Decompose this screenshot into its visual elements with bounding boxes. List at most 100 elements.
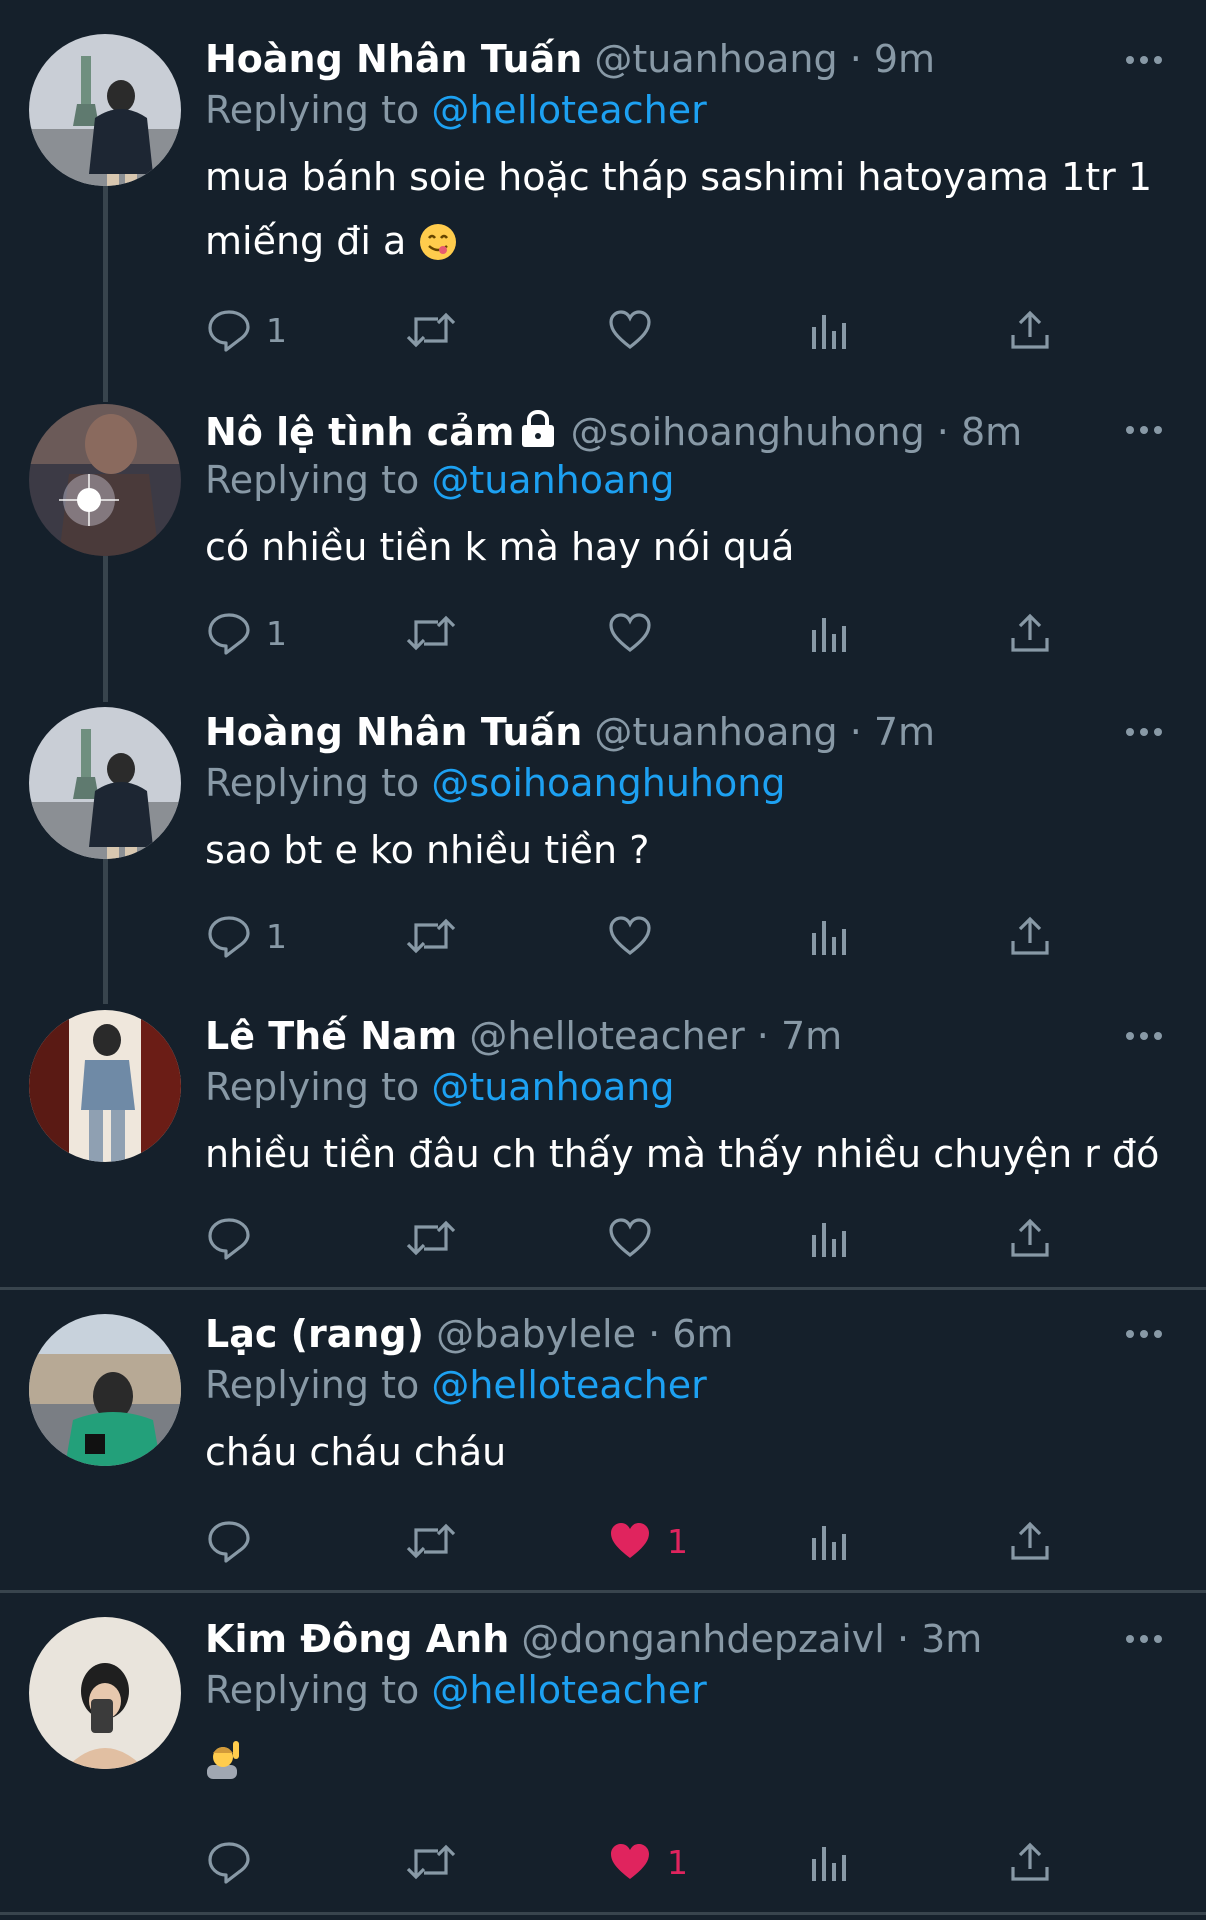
timestamp[interactable]: 3m — [921, 1617, 982, 1661]
replying-to: Replying to @helloteacher — [205, 1360, 707, 1410]
display-name[interactable]: Nô lệ tình cảm — [205, 410, 514, 454]
heart-icon — [607, 610, 653, 656]
reply-button[interactable] — [206, 1208, 266, 1268]
retweet-button[interactable] — [404, 906, 458, 966]
tweet[interactable]: Lê Thế Nam @helloteacher · 7m Replying t… — [0, 1000, 1206, 1288]
share-button[interactable] — [1007, 603, 1053, 663]
more-options-icon[interactable] — [1124, 1026, 1164, 1046]
timestamp[interactable]: 7m — [781, 1014, 842, 1058]
like-button[interactable]: 1 — [607, 1832, 688, 1892]
separator-dot: · — [896, 1617, 910, 1661]
reply-button[interactable] — [206, 1832, 266, 1892]
tweet-header: Nô lệ tình cảm @soihoanghuhong · 8m — [205, 406, 1022, 458]
reply-button[interactable]: 1 — [206, 906, 287, 966]
analytics-button[interactable] — [810, 1208, 850, 1268]
analytics-button[interactable] — [810, 1511, 850, 1571]
analytics-icon — [810, 913, 850, 959]
display-name[interactable]: Hoàng Nhân Tuấn — [205, 710, 582, 754]
mention-link[interactable]: @soihoanghuhong — [431, 761, 785, 805]
tweet-header: Hoàng Nhân Tuấn @tuanhoang · 7m — [205, 706, 935, 758]
user-handle[interactable]: @tuanhoang — [594, 710, 837, 754]
display-name[interactable]: Lạc (rang) — [205, 1312, 424, 1356]
retweet-button[interactable] — [404, 1511, 458, 1571]
reply-button[interactable]: 1 — [206, 300, 287, 360]
display-name[interactable]: Kim Đông Anh — [205, 1617, 509, 1661]
mention-link[interactable]: @helloteacher — [431, 1668, 706, 1712]
mention-link[interactable]: @tuanhoang — [431, 1065, 674, 1109]
tweet[interactable]: Kim Đông Anh @donganhdepzaivl · 3m Reply… — [0, 1593, 1206, 1920]
like-button[interactable] — [607, 1208, 667, 1268]
share-button[interactable] — [1007, 906, 1053, 966]
like-button[interactable]: 1 — [607, 1511, 688, 1571]
like-count: 1 — [667, 1521, 688, 1561]
replying-to: Replying to @helloteacher — [205, 1665, 707, 1715]
avatar[interactable] — [29, 707, 181, 859]
retweet-icon — [404, 1518, 458, 1564]
replying-to: Replying to @tuanhoang — [205, 1062, 675, 1112]
share-button[interactable] — [1007, 1832, 1053, 1892]
like-button[interactable] — [607, 603, 667, 663]
replying-to-label: Replying to — [205, 88, 420, 132]
timestamp[interactable]: 8m — [961, 410, 1022, 454]
retweet-button[interactable] — [404, 1208, 458, 1268]
avatar[interactable] — [29, 1314, 181, 1466]
more-options-icon[interactable] — [1124, 50, 1164, 70]
user-handle[interactable]: @tuanhoang — [594, 37, 837, 81]
separator-dot: · — [849, 37, 862, 81]
user-handle[interactable]: @helloteacher — [469, 1014, 744, 1058]
display-name[interactable]: Hoàng Nhân Tuấn — [205, 37, 582, 81]
reply-icon — [206, 1518, 252, 1564]
more-options-icon[interactable] — [1124, 722, 1164, 742]
avatar[interactable] — [29, 404, 181, 556]
tweet-actions: 1 — [0, 300, 1206, 360]
tweet[interactable]: Lạc (rang) @babylele · 6m Replying to @h… — [0, 1290, 1206, 1590]
mention-link[interactable]: @helloteacher — [431, 1363, 706, 1407]
tweet-actions: 1 — [0, 906, 1206, 966]
analytics-button[interactable] — [810, 300, 850, 360]
analytics-icon — [810, 1839, 850, 1885]
more-options-icon[interactable] — [1124, 420, 1164, 440]
tweet-header: Kim Đông Anh @donganhdepzaivl · 3m — [205, 1613, 982, 1665]
replying-to-label: Replying to — [205, 761, 420, 805]
avatar[interactable] — [29, 1010, 181, 1162]
user-handle[interactable]: @donganhdepzaivl — [521, 1617, 885, 1661]
share-button[interactable] — [1007, 300, 1053, 360]
avatar[interactable] — [29, 34, 181, 186]
tweet[interactable]: Nô lệ tình cảm @soihoanghuhong · 8m Repl… — [0, 400, 1206, 700]
timestamp[interactable]: 9m — [874, 37, 935, 81]
tweet-text — [205, 1728, 1165, 1800]
timestamp[interactable]: 7m — [874, 710, 935, 754]
tweet-header: Hoàng Nhân Tuấn @tuanhoang · 9m — [205, 33, 935, 85]
retweet-button[interactable] — [404, 300, 458, 360]
mention-link[interactable]: @tuanhoang — [431, 458, 674, 502]
mention-link[interactable]: @helloteacher — [431, 88, 706, 132]
reply-button[interactable]: 1 — [206, 603, 287, 663]
tweet[interactable]: Hoàng Nhân Tuấn @tuanhoang · 7m Replying… — [0, 700, 1206, 1000]
analytics-button[interactable] — [810, 603, 850, 663]
more-options-icon[interactable] — [1124, 1324, 1164, 1344]
tweet-divider — [0, 1912, 1206, 1915]
analytics-icon — [810, 1215, 850, 1261]
more-options-icon[interactable] — [1124, 1629, 1164, 1649]
share-button[interactable] — [1007, 1511, 1053, 1571]
retweet-button[interactable] — [404, 603, 458, 663]
like-button[interactable] — [607, 300, 667, 360]
reply-count: 1 — [266, 613, 287, 653]
heart-filled-icon — [607, 1518, 653, 1564]
analytics-button[interactable] — [810, 906, 850, 966]
share-button[interactable] — [1007, 1208, 1053, 1268]
reply-button[interactable] — [206, 1511, 266, 1571]
like-button[interactable] — [607, 906, 667, 966]
tweet-actions: 1 — [0, 603, 1206, 663]
avatar[interactable] — [29, 1617, 181, 1769]
user-handle[interactable]: @soihoanghuhong — [571, 410, 925, 454]
tweet-text-content: cháu cháu cháu — [205, 1430, 507, 1474]
reply-count: 1 — [266, 916, 287, 956]
display-name[interactable]: Lê Thế Nam — [205, 1014, 457, 1058]
tweet-text-content: sao bt e ko nhiều tiền ? — [205, 828, 650, 872]
analytics-button[interactable] — [810, 1832, 850, 1892]
retweet-button[interactable] — [404, 1832, 458, 1892]
user-handle[interactable]: @babylele — [436, 1312, 636, 1356]
timestamp[interactable]: 6m — [672, 1312, 733, 1356]
tweet[interactable]: Hoàng Nhân Tuấn @tuanhoang · 9m Replying… — [0, 0, 1206, 400]
